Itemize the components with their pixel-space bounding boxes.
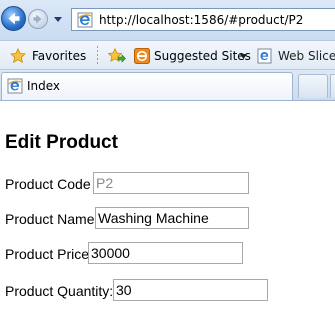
product-price-label: Product Price:	[5, 246, 93, 262]
tab-strip: Index	[0, 70, 335, 101]
ie-page-icon	[77, 12, 93, 28]
ie-page-icon	[257, 48, 272, 64]
forward-arrow-icon	[33, 14, 42, 24]
suggested-sites-icon	[134, 48, 150, 64]
browser-chrome: http://localhost:1586/#product/P2 Favori…	[0, 0, 335, 101]
web-slice-label: Web Slice G	[278, 49, 335, 63]
back-arrow-icon	[8, 12, 20, 25]
page-content: Edit Product Product Code : Product Name…	[0, 101, 335, 334]
suggested-sites-label: Suggested Sites	[154, 49, 251, 63]
back-button[interactable]	[1, 6, 26, 31]
favorites-bar: Favorites Suggested Sites Web Slice G	[0, 40, 335, 70]
address-url[interactable]: http://localhost:1586/#product/P2	[99, 12, 303, 28]
tab-index[interactable]: Index	[1, 72, 293, 100]
product-price-field[interactable]	[88, 242, 243, 264]
ie-page-icon	[7, 78, 23, 94]
chevron-down-icon	[240, 54, 247, 59]
forward-button[interactable]	[28, 9, 48, 29]
product-code-field[interactable]	[93, 172, 249, 194]
favorites-label: Favorites	[32, 49, 87, 63]
address-bar[interactable]: http://localhost:1586/#product/P2	[71, 8, 335, 31]
tab-label: Index	[27, 79, 61, 93]
address-toolbar: http://localhost:1586/#product/P2	[0, 0, 335, 40]
toolbar-separator	[97, 46, 98, 66]
product-name-field[interactable]	[95, 207, 249, 229]
product-name-label: Product Name:	[5, 211, 99, 227]
star-icon	[10, 48, 26, 64]
tab-strip-edge	[330, 74, 335, 98]
recent-pages-chevron-icon[interactable]	[53, 15, 63, 23]
product-code-label: Product Code :	[5, 176, 99, 192]
new-tab-button[interactable]	[298, 74, 328, 98]
product-quantity-field[interactable]	[113, 279, 268, 301]
product-quantity-label: Product Quantity:	[5, 283, 114, 299]
add-to-favorites-icon[interactable]	[108, 48, 126, 64]
page-title: Edit Product	[5, 132, 118, 153]
